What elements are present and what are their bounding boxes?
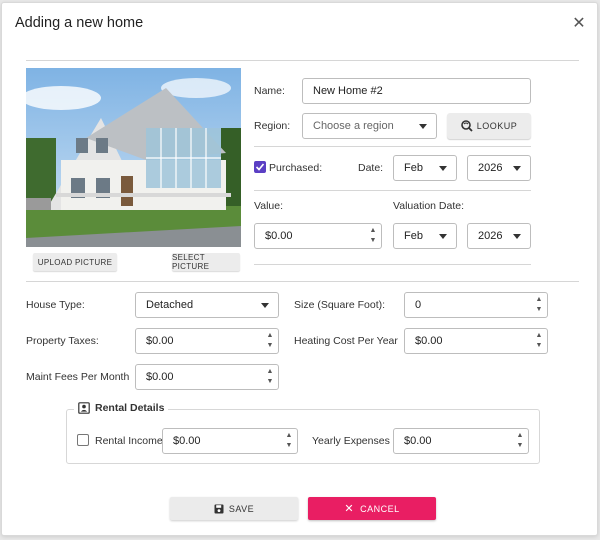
upload-picture-button[interactable]: UPLOAD PICTURE xyxy=(33,253,117,271)
lookup-label: LOOKUP xyxy=(476,121,518,131)
cancel-label: CANCEL xyxy=(360,503,400,514)
house-type-value: Detached xyxy=(146,299,194,311)
value-input[interactable]: $0.00 ▲ ▼ xyxy=(254,223,382,249)
lookup-button[interactable]: LOOKUP xyxy=(447,113,531,139)
heating-input[interactable]: $0.00 ▲ ▼ xyxy=(404,328,548,354)
rental-income-value: $0.00 xyxy=(173,435,201,447)
value-label: Value: xyxy=(254,200,283,212)
person-card-icon xyxy=(78,402,90,414)
house-type-label: House Type: xyxy=(26,299,85,311)
divider xyxy=(254,190,531,191)
section-divider xyxy=(26,281,579,282)
value-amount: $0.00 xyxy=(265,230,293,242)
select-picture-button[interactable]: SELECT PICTURE xyxy=(172,253,240,271)
purchase-month-value: Feb xyxy=(404,162,423,174)
chevron-down-icon xyxy=(513,166,521,171)
region-placeholder: Choose a region xyxy=(313,120,394,132)
chevron-down-icon xyxy=(439,234,447,239)
size-label: Size (Square Foot): xyxy=(294,299,386,311)
divider xyxy=(254,146,531,147)
yearly-expenses-input[interactable]: $0.00 ▲ ▼ xyxy=(393,428,529,454)
yearly-expenses-value: $0.00 xyxy=(404,435,432,447)
divider xyxy=(254,264,531,265)
size-input[interactable]: 0 ▲ ▼ xyxy=(404,292,548,318)
save-label: SAVE xyxy=(228,503,255,514)
heating-label: Heating Cost Per Year xyxy=(294,335,398,347)
valuation-year-select[interactable]: 2026 xyxy=(467,223,531,249)
heating-stepper[interactable]: ▲ ▼ xyxy=(535,332,543,350)
save-button[interactable]: SAVE xyxy=(170,497,298,520)
property-taxes-input[interactable]: $0.00 ▲ ▼ xyxy=(135,328,279,354)
maint-fees-stepper[interactable]: ▲ ▼ xyxy=(266,368,274,386)
cancel-button[interactable]: ✕ CANCEL xyxy=(308,497,436,520)
name-input[interactable]: New Home #2 xyxy=(302,78,531,104)
chevron-down-icon xyxy=(419,124,427,129)
size-stepper[interactable]: ▲ ▼ xyxy=(535,296,543,314)
save-icon xyxy=(214,504,224,513)
rental-income-stepper[interactable]: ▲ ▼ xyxy=(285,432,293,450)
size-value: 0 xyxy=(415,299,422,311)
close-icon[interactable]: ✕ xyxy=(569,13,589,33)
property-taxes-stepper[interactable]: ▲ ▼ xyxy=(266,332,274,350)
rental-income-input[interactable]: $0.00 ▲ ▼ xyxy=(162,428,298,454)
property-taxes-label: Property Taxes: xyxy=(26,335,99,347)
dialog-title: Adding a new home xyxy=(15,15,144,31)
search-globe-icon xyxy=(460,120,473,132)
maint-fees-input[interactable]: $0.00 ▲ ▼ xyxy=(135,364,279,390)
valuation-month-value: Feb xyxy=(404,230,423,242)
rental-details-title: Rental Details xyxy=(95,402,165,414)
chevron-down-icon xyxy=(439,166,447,171)
valuation-date-label: Valuation Date: xyxy=(393,200,465,212)
yearly-expenses-stepper[interactable]: ▲ ▼ xyxy=(516,432,524,450)
region-select[interactable]: Choose a region xyxy=(302,113,437,139)
region-label: Region: xyxy=(254,120,291,132)
maint-fees-label: Maint Fees Per Month xyxy=(26,371,130,383)
purchase-month-select[interactable]: Feb xyxy=(393,155,457,181)
rental-income-checkbox[interactable] xyxy=(77,434,89,446)
value-stepper[interactable]: ▲ ▼ xyxy=(369,227,377,245)
valuation-year-value: 2026 xyxy=(478,230,503,242)
date-label: Date: xyxy=(358,162,384,174)
property-taxes-value: $0.00 xyxy=(146,335,174,347)
check-icon xyxy=(255,163,265,171)
valuation-month-select[interactable]: Feb xyxy=(393,223,457,249)
top-divider xyxy=(26,60,579,61)
purchase-year-select[interactable]: 2026 xyxy=(467,155,531,181)
rental-income-label: Rental Income xyxy=(95,435,163,447)
rental-details-legend: Rental Details xyxy=(74,402,169,414)
yearly-expenses-label: Yearly Expenses xyxy=(312,435,390,447)
heating-value: $0.00 xyxy=(415,335,443,347)
add-home-dialog: Adding a new home ✕ UPLOAD PICTURE SELEC… xyxy=(1,2,598,536)
house-type-select[interactable]: Detached xyxy=(135,292,279,318)
house-photo xyxy=(26,68,241,247)
purchased-checkbox[interactable] xyxy=(254,161,266,173)
maint-fees-value: $0.00 xyxy=(146,371,174,383)
purchase-year-value: 2026 xyxy=(478,162,503,174)
name-label: Name: xyxy=(254,85,285,97)
chevron-down-icon xyxy=(261,303,269,308)
chevron-down-icon xyxy=(513,234,521,239)
purchased-label: Purchased: xyxy=(269,162,323,174)
close-icon: ✕ xyxy=(344,503,355,515)
